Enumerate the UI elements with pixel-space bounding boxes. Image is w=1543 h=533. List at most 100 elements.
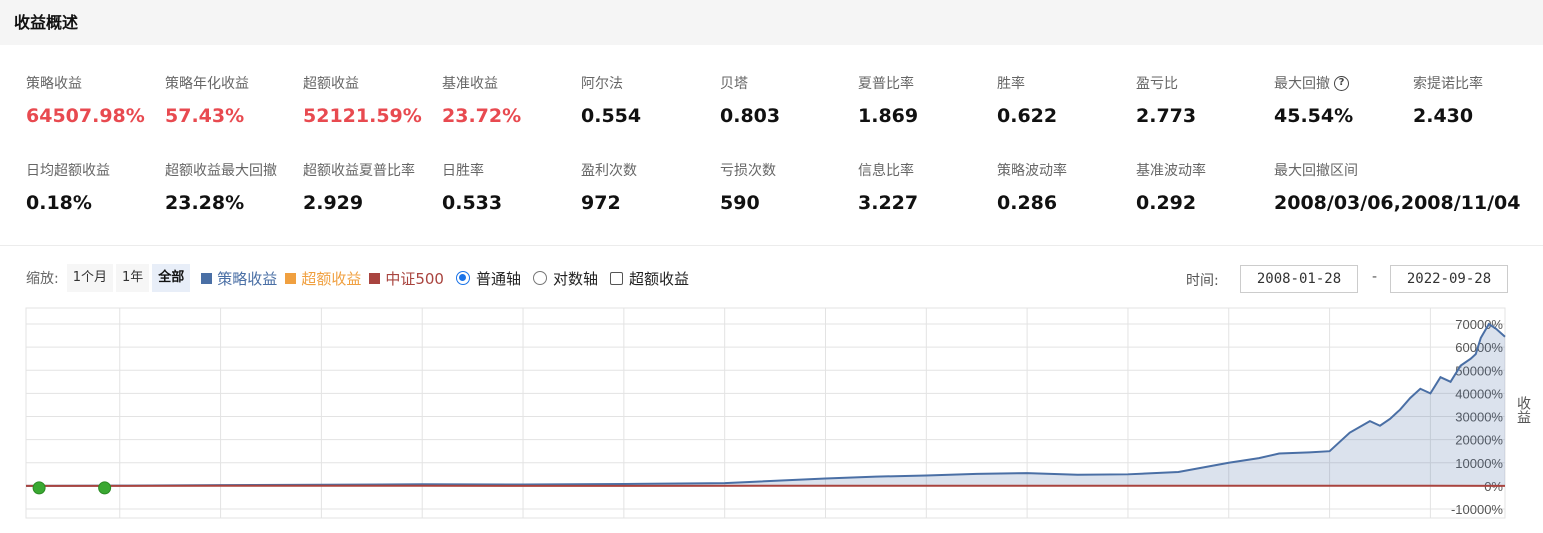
legend-excess-return[interactable]: 超额收益 xyxy=(285,268,361,289)
metric-label-text: 阿尔法 xyxy=(581,76,623,92)
y-axis-label: 收益 xyxy=(1515,396,1531,424)
metric-value: 1.869 xyxy=(858,105,919,127)
legend-csi500[interactable]: 中证500 xyxy=(369,268,444,289)
metric-metrics_row1-9: 最大回撤? 45.54% xyxy=(1274,73,1412,127)
metric-metrics_row1-4: 阿尔法 0.554 xyxy=(581,73,719,127)
time-label: 时间: xyxy=(1186,273,1219,289)
metric-metrics_row2-2: 超额收益夏普比率 2.929 xyxy=(303,160,441,214)
metric-value: 2.929 xyxy=(303,192,364,214)
legend-swatch-excess xyxy=(285,272,297,284)
metric-metrics_row1-0: 策略收益 64507.98% xyxy=(26,73,164,127)
metric-value: 3.227 xyxy=(858,192,919,214)
metric-label: 信息比率 xyxy=(858,160,996,180)
legend-label-excess: 超额收益 xyxy=(301,269,362,288)
metric-label: 盈利次数 xyxy=(581,160,719,180)
legend-label-csi500: 中证500 xyxy=(385,269,444,288)
log-axis-radio[interactable]: 对数轴 xyxy=(532,268,598,289)
metric-label: 日胜率 xyxy=(442,160,580,180)
metric-metrics_row2-8: 基准波动率 0.292 xyxy=(1136,160,1274,214)
excess-return-checkbox[interactable]: 超额收益 xyxy=(610,268,689,289)
metric-metrics_row2-5: 亏损次数 590 xyxy=(720,160,858,214)
legend-strategy-return[interactable]: 策略收益 xyxy=(201,268,277,289)
start-date-input[interactable]: 2008-01-28 xyxy=(1240,265,1358,293)
metric-label: 超额收益最大回撤 xyxy=(165,160,303,180)
radio-unselected-icon xyxy=(532,271,547,285)
metric-label: 策略收益 xyxy=(26,73,164,93)
metric-metrics_row2-6: 信息比率 3.227 xyxy=(858,160,996,214)
section-divider xyxy=(0,245,1543,246)
metric-label-text: 信息比率 xyxy=(858,163,914,179)
metric-label-text: 策略波动率 xyxy=(997,163,1067,179)
metric-metrics_row1-5: 贝塔 0.803 xyxy=(720,73,858,127)
metric-value: 64507.98% xyxy=(26,105,145,127)
excess-checkbox-label: 超额收益 xyxy=(629,269,690,288)
end-date-input[interactable]: 2022-09-28 xyxy=(1390,265,1508,293)
metric-metrics_row2-3: 日胜率 0.533 xyxy=(442,160,580,214)
metric-label-text: 日均超额收益 xyxy=(26,163,110,179)
metric-label-text: 策略年化收益 xyxy=(165,76,249,92)
metric-metrics_row1-8: 盈亏比 2.773 xyxy=(1136,73,1274,127)
metric-label-text: 最大回撤 xyxy=(1274,76,1330,92)
metric-label-text: 日胜率 xyxy=(442,163,484,179)
metric-value: 0.18% xyxy=(26,192,92,214)
metric-metrics_row2-9: 最大回撤区间 2008/03/06,2008/11/04 xyxy=(1274,160,1534,214)
metric-value: 23.72% xyxy=(442,105,522,127)
zoom-1-year-button[interactable]: 1年 xyxy=(116,264,150,292)
metric-value: 0.292 xyxy=(1136,192,1197,214)
metric-metrics_row1-2: 超额收益 52121.59% xyxy=(303,73,441,127)
metric-label-text: 基准收益 xyxy=(442,76,498,92)
metric-metrics_row2-0: 日均超额收益 0.18% xyxy=(26,160,164,214)
metric-value: 0.803 xyxy=(720,105,781,127)
summary-title: 收益概述 xyxy=(14,13,79,32)
metric-label: 基准波动率 xyxy=(1136,160,1274,180)
metric-label-text: 超额收益 xyxy=(303,76,359,92)
metric-label: 超额收益夏普比率 xyxy=(303,160,441,180)
metric-label-text: 夏普比率 xyxy=(858,76,914,92)
metric-value: 0.554 xyxy=(581,105,642,127)
metric-label: 超额收益 xyxy=(303,73,441,93)
metric-value: 2.430 xyxy=(1413,105,1474,127)
metric-value: 590 xyxy=(720,192,760,214)
metric-value: 0.286 xyxy=(997,192,1058,214)
normal-axis-label: 普通轴 xyxy=(475,269,521,288)
metric-label-text: 最大回撤区间 xyxy=(1274,163,1358,179)
metric-label-text: 基准波动率 xyxy=(1136,163,1206,179)
metric-value: 45.54% xyxy=(1274,105,1354,127)
zoom-label: 缩放: xyxy=(26,271,59,287)
metric-value: 0.622 xyxy=(997,105,1058,127)
metric-metrics_row1-3: 基准收益 23.72% xyxy=(442,73,580,127)
zoom-all-button[interactable]: 全部 xyxy=(152,264,191,292)
legend-swatch-csi500 xyxy=(369,272,381,284)
zoom-1-month-button[interactable]: 1个月 xyxy=(66,264,113,292)
metric-label: 日均超额收益 xyxy=(26,160,164,180)
y-tick-label: -10000% xyxy=(1451,502,1503,517)
metric-label: 基准收益 xyxy=(442,73,580,93)
metric-label: 阿尔法 xyxy=(581,73,719,93)
returns-chart[interactable]: 70000%60000%50000%40000%30000%20000%1000… xyxy=(0,300,1543,530)
metric-label-text: 亏损次数 xyxy=(720,163,776,179)
metric-label-text: 胜率 xyxy=(997,76,1025,92)
log-axis-label: 对数轴 xyxy=(552,269,598,288)
legend-label-strategy: 策略收益 xyxy=(217,269,278,288)
summary-header: 收益概述 xyxy=(0,0,1543,45)
metric-value: 972 xyxy=(581,192,621,214)
metric-metrics_row1-6: 夏普比率 1.869 xyxy=(858,73,996,127)
signal-marker xyxy=(32,481,46,495)
metric-value: 52121.59% xyxy=(303,105,422,127)
legend-swatch-strategy xyxy=(201,272,213,284)
metric-label: 策略波动率 xyxy=(997,160,1135,180)
metric-label-text: 超额收益夏普比率 xyxy=(303,163,415,179)
metric-label: 贝塔 xyxy=(720,73,858,93)
metric-label: 策略年化收益 xyxy=(165,73,303,93)
metric-label-text: 索提诺比率 xyxy=(1413,76,1483,92)
normal-axis-radio[interactable]: 普通轴 xyxy=(455,268,521,289)
metric-value: 2008/03/06,2008/11/04 xyxy=(1274,192,1521,214)
checkbox-icon xyxy=(610,271,623,285)
chart-toolbar: 缩放: 1个月 1年 全部 策略收益 超额收益 中证500 普通轴 对数轴 超额… xyxy=(26,264,689,292)
signal-marker xyxy=(98,481,112,495)
metric-metrics_row1-7: 胜率 0.622 xyxy=(997,73,1135,127)
help-icon[interactable]: ? xyxy=(1334,75,1349,91)
metric-value: 23.28% xyxy=(165,192,245,214)
metric-label: 夏普比率 xyxy=(858,73,996,93)
metric-value: 57.43% xyxy=(165,105,245,127)
